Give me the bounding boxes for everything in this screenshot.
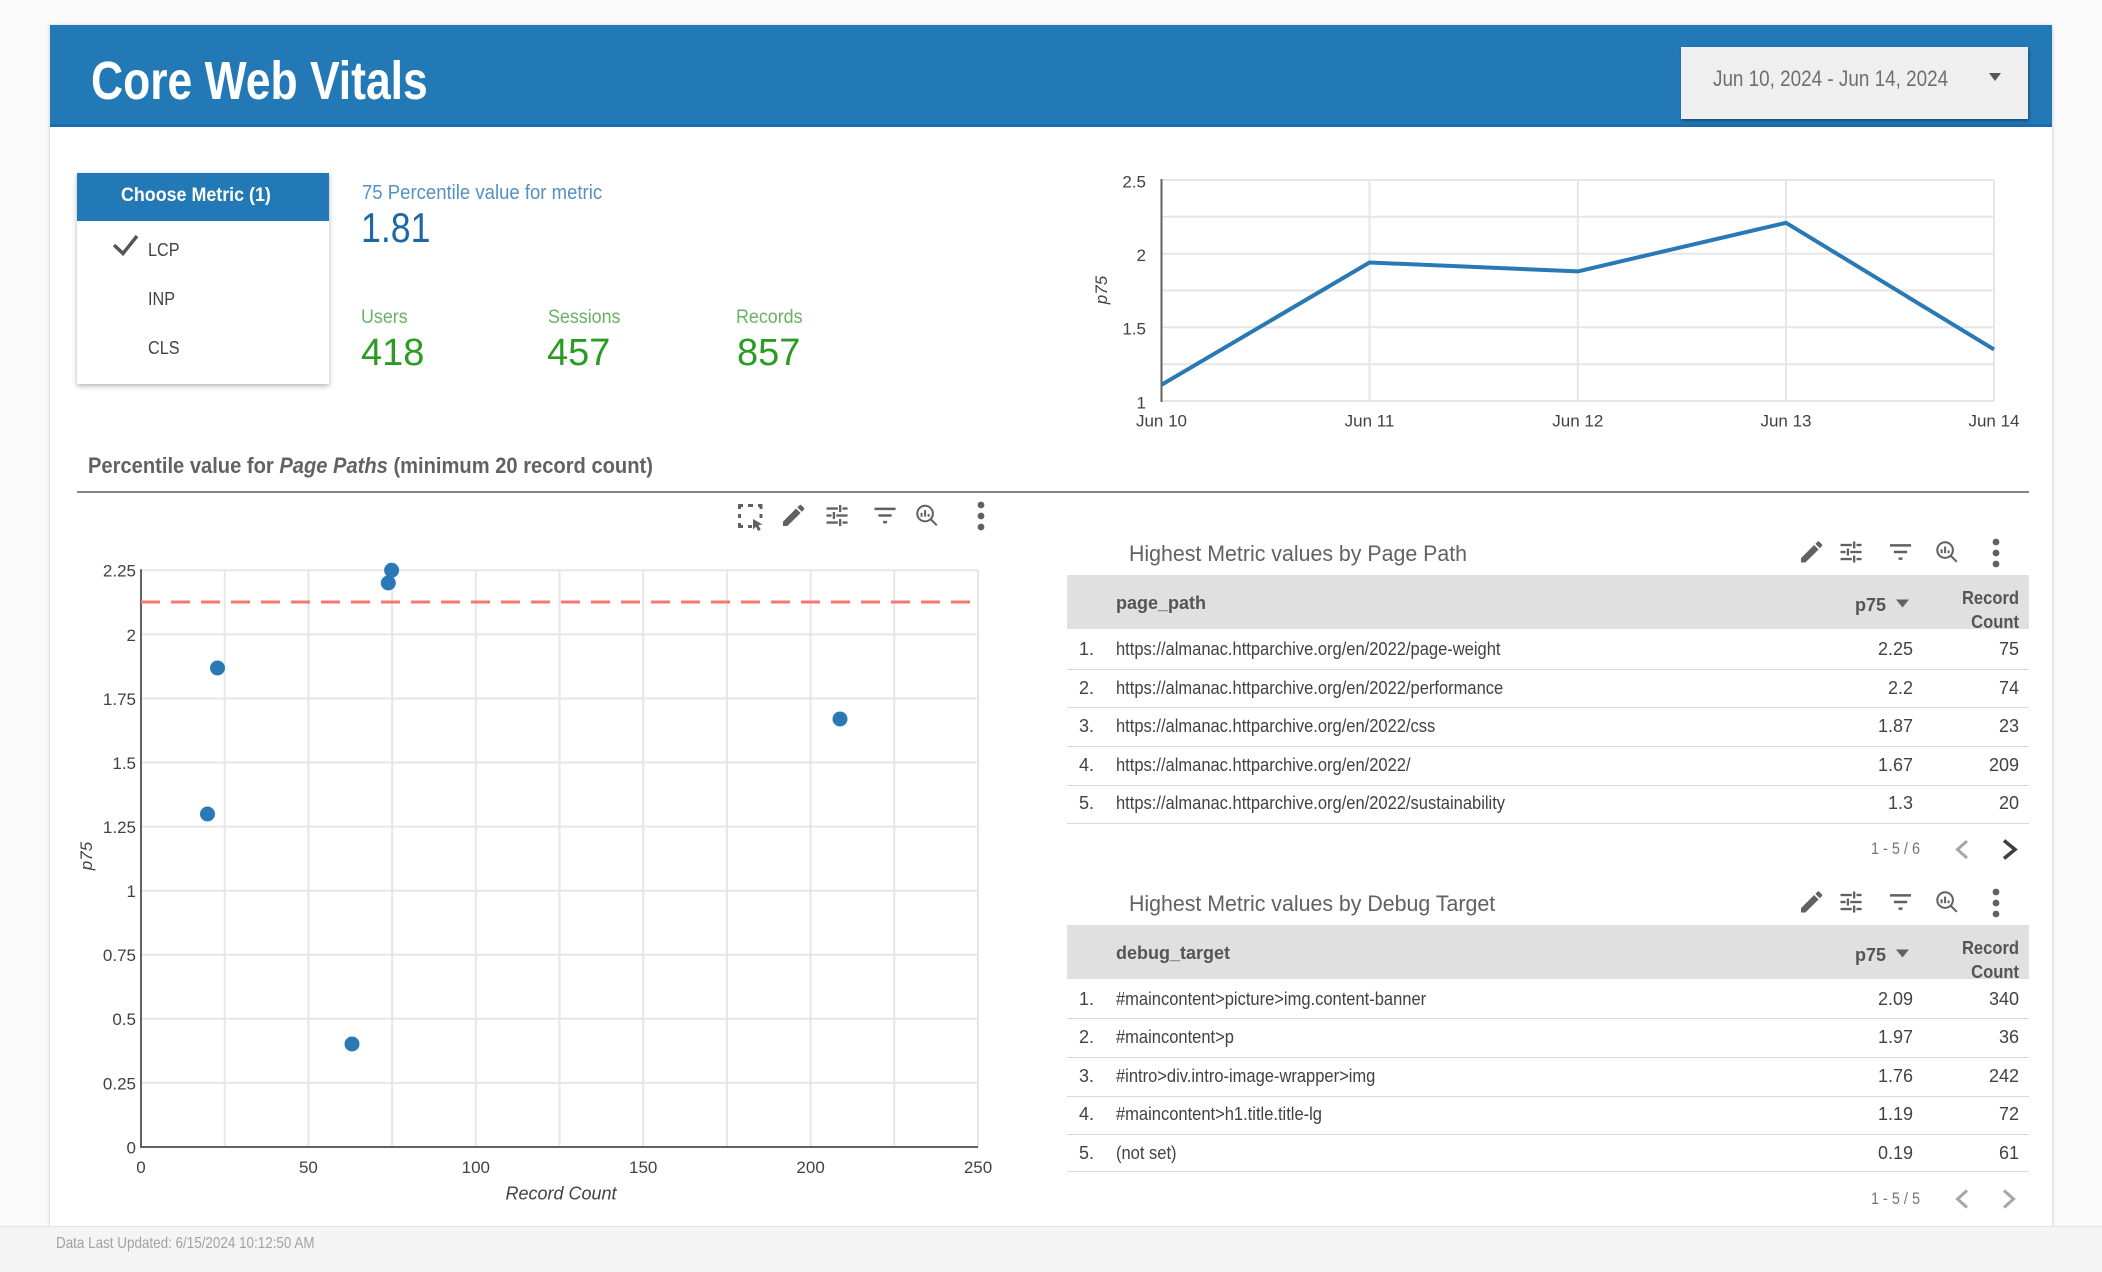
svg-text:50: 50 — [299, 1158, 318, 1177]
svg-text:1: 1 — [1137, 393, 1146, 412]
svg-text:0.75: 0.75 — [103, 946, 136, 965]
svg-text:Jun 10: Jun 10 — [1136, 412, 1187, 431]
svg-text:1.5: 1.5 — [1122, 320, 1146, 339]
svg-text:Jun 11: Jun 11 — [1345, 412, 1395, 431]
svg-text:0.25: 0.25 — [103, 1074, 136, 1093]
svg-text:150: 150 — [629, 1158, 657, 1177]
svg-text:p75: p75 — [77, 841, 96, 871]
svg-text:2.5: 2.5 — [1122, 173, 1146, 192]
svg-text:0: 0 — [127, 1138, 136, 1157]
svg-text:p75: p75 — [1092, 275, 1111, 305]
svg-text:200: 200 — [796, 1158, 824, 1177]
svg-text:2: 2 — [127, 626, 136, 645]
svg-text:2: 2 — [1137, 246, 1146, 265]
svg-text:100: 100 — [462, 1158, 490, 1177]
svg-text:2.25: 2.25 — [103, 562, 136, 581]
svg-text:Jun 13: Jun 13 — [1760, 412, 1811, 431]
svg-text:1: 1 — [127, 882, 136, 901]
svg-text:1.75: 1.75 — [103, 690, 136, 709]
svg-text:1.5: 1.5 — [112, 754, 136, 773]
svg-text:Jun 14: Jun 14 — [1968, 412, 2019, 431]
svg-text:250: 250 — [964, 1158, 992, 1177]
svg-text:Record Count: Record Count — [505, 1184, 617, 1204]
svg-text:Jun 12: Jun 12 — [1552, 412, 1603, 431]
svg-text:0: 0 — [136, 1158, 145, 1177]
svg-text:1.25: 1.25 — [103, 818, 136, 837]
svg-text:0.5: 0.5 — [112, 1010, 136, 1029]
